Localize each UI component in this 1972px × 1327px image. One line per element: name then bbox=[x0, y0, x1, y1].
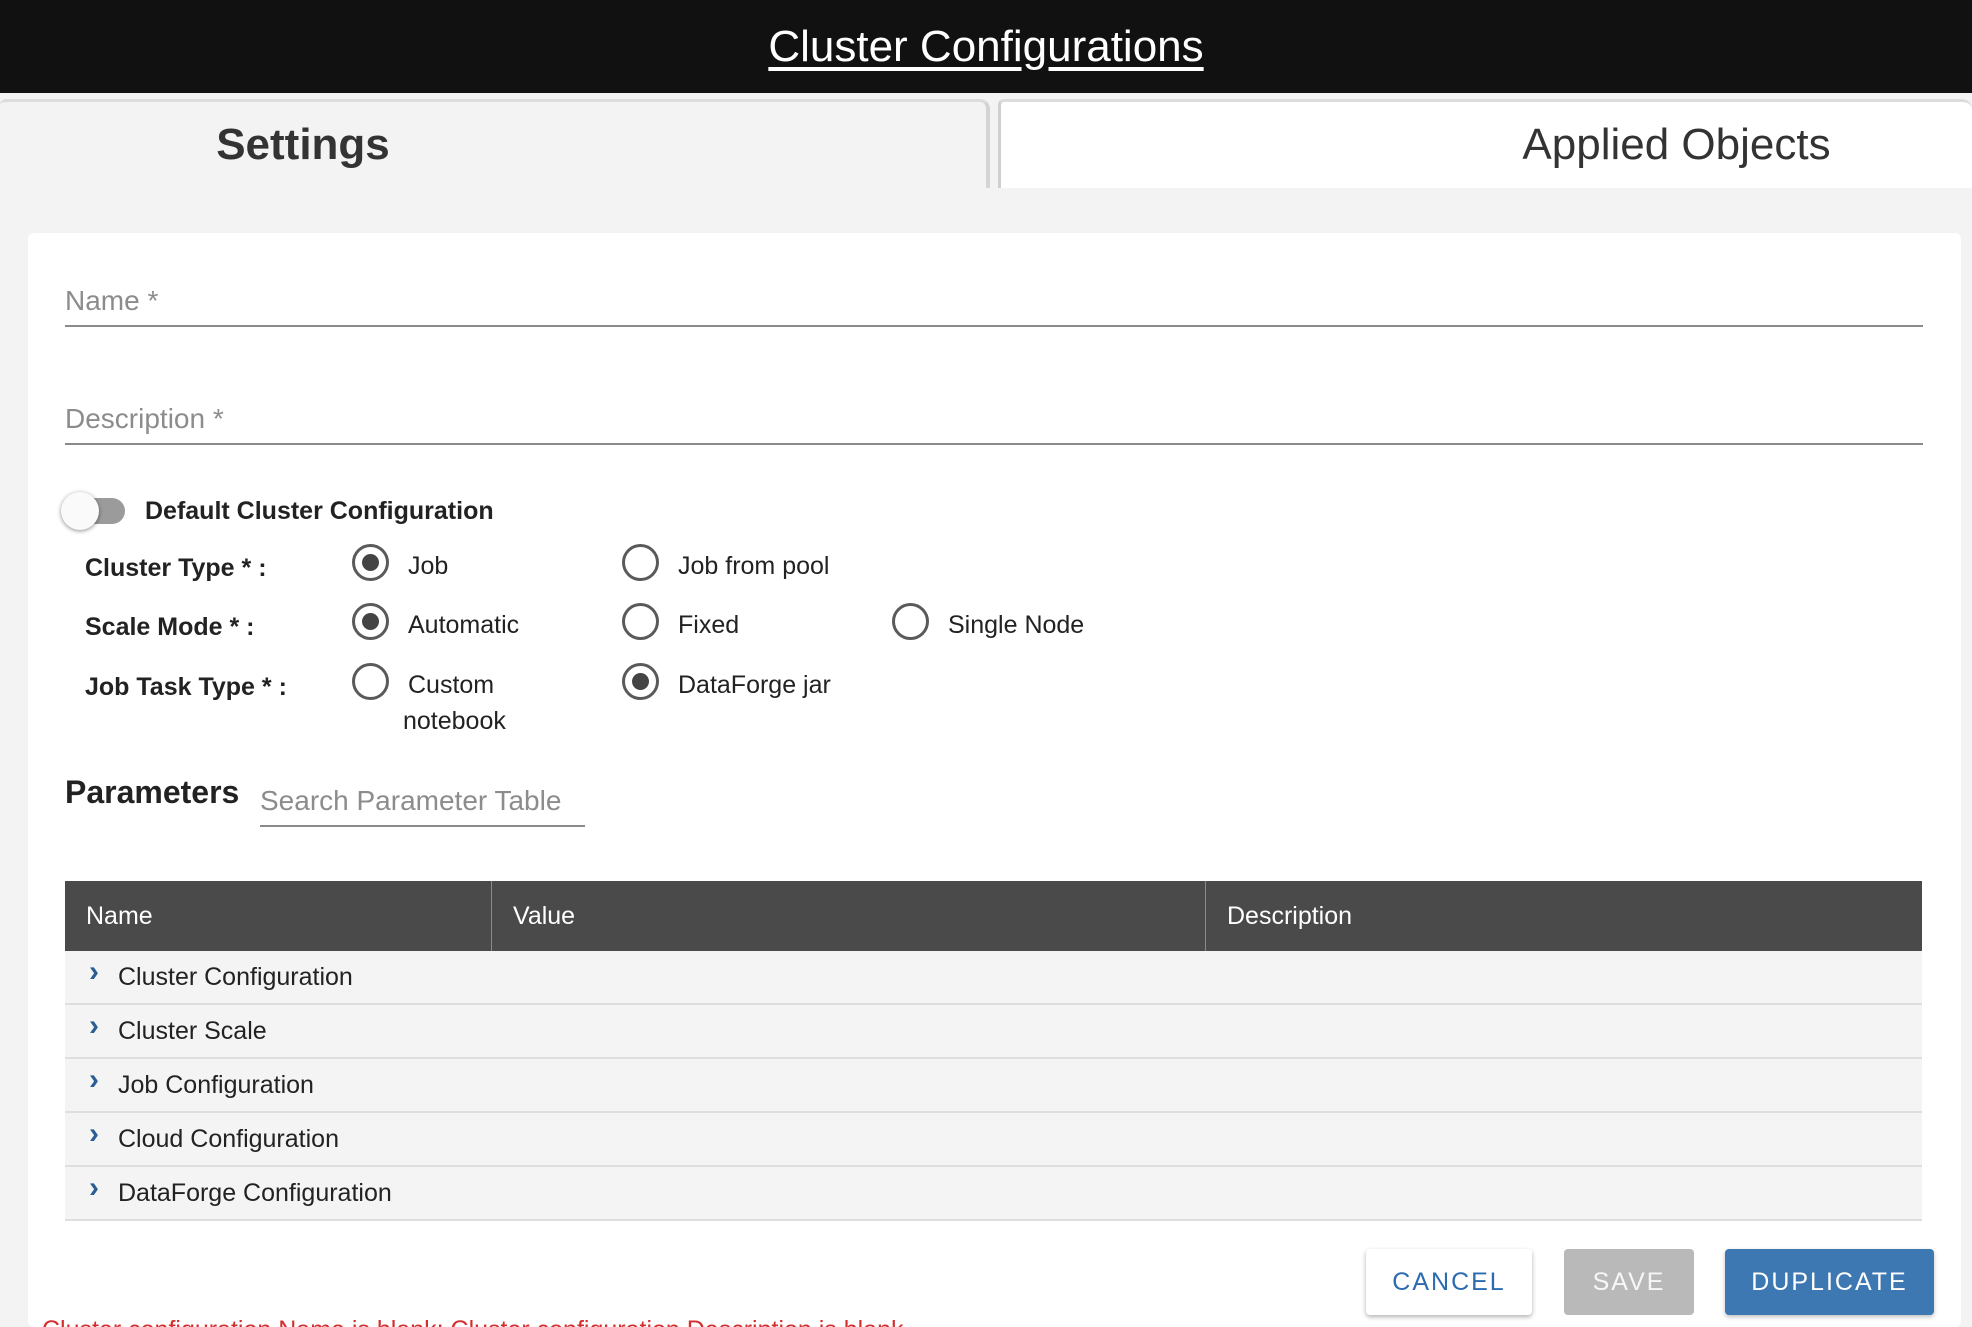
name-field[interactable] bbox=[65, 285, 1923, 317]
radio-unchecked-icon[interactable] bbox=[352, 663, 389, 700]
radio-label: Automatic bbox=[408, 611, 520, 639]
default-config-toggle-row: Default Cluster Configuration bbox=[61, 491, 494, 531]
page-title[interactable]: Cluster Configurations bbox=[768, 22, 1203, 72]
toggle-knob[interactable] bbox=[61, 492, 99, 530]
radio-unchecked-icon[interactable] bbox=[622, 544, 659, 581]
row-label: DataForge Configuration bbox=[118, 1178, 392, 1207]
radio-label: Job from pool bbox=[678, 552, 830, 580]
description-field[interactable] bbox=[65, 403, 1923, 435]
save-button[interactable]: SAVE bbox=[1564, 1249, 1694, 1315]
default-config-label: Default Cluster Configuration bbox=[145, 496, 494, 525]
table-header: Name Value Description bbox=[65, 881, 1922, 951]
table-row[interactable]: › Cluster Scale bbox=[65, 1005, 1922, 1059]
job-task-type-option-custom-notebook[interactable]: Custom notebook bbox=[352, 663, 523, 739]
cluster-type-label: Cluster Type * : bbox=[85, 554, 267, 582]
chevron-right-icon[interactable]: › bbox=[65, 1107, 115, 1161]
parameters-heading: Parameters bbox=[65, 774, 240, 810]
column-header-value: Value bbox=[492, 881, 1206, 951]
column-header-description: Description bbox=[1206, 881, 1922, 951]
cluster-type-row: Cluster Type * : Job Job from pool bbox=[28, 544, 1928, 594]
job-task-type-option-dataforge-jar[interactable]: DataForge jar bbox=[622, 663, 831, 703]
validation-error-message: Cluster configuration Name is blank; Clu… bbox=[42, 1316, 904, 1327]
tab-applied-objects[interactable]: Applied Objects bbox=[998, 99, 1972, 188]
radio-label: Single Node bbox=[948, 611, 1085, 639]
chevron-right-icon[interactable]: › bbox=[65, 1161, 115, 1215]
tab-applied-objects-label: Applied Objects bbox=[1522, 120, 1831, 169]
radio-label: DataForge jar bbox=[678, 671, 831, 699]
table-row[interactable]: › Cluster Configuration bbox=[65, 951, 1922, 1005]
row-label: Job Configuration bbox=[118, 1070, 314, 1099]
radio-label: Custom notebook bbox=[403, 671, 506, 735]
tab-settings-label: Settings bbox=[216, 120, 390, 169]
scale-mode-row: Scale Mode * : Automatic Fixed Single No… bbox=[28, 603, 1928, 653]
table-row[interactable]: › DataForge Configuration bbox=[65, 1167, 1922, 1221]
parameters-table: Name Value Description › Cluster Configu… bbox=[65, 881, 1922, 1221]
column-header-name: Name bbox=[65, 881, 492, 951]
scale-mode-option-single-node[interactable]: Single Node bbox=[892, 603, 1084, 643]
settings-card: Default Cluster Configuration Cluster Ty… bbox=[28, 233, 1961, 1327]
column-header-label: Value bbox=[513, 901, 576, 930]
name-field-container bbox=[65, 257, 1923, 327]
radio-label: Fixed bbox=[678, 611, 740, 639]
column-header-label: Description bbox=[1227, 901, 1353, 930]
job-task-type-row: Job Task Type * : Custom notebook DataFo… bbox=[28, 663, 1928, 743]
row-label: Cluster Configuration bbox=[118, 962, 353, 991]
description-field-container bbox=[65, 375, 1923, 445]
row-label: Cluster Scale bbox=[118, 1016, 267, 1045]
cancel-button[interactable]: CANCEL bbox=[1366, 1249, 1532, 1315]
table-row[interactable]: › Cloud Configuration bbox=[65, 1113, 1922, 1167]
duplicate-button[interactable]: DUPLICATE bbox=[1725, 1249, 1934, 1315]
chevron-right-icon[interactable]: › bbox=[65, 1053, 115, 1107]
default-config-toggle[interactable] bbox=[61, 492, 125, 530]
parameter-search-container bbox=[260, 773, 585, 827]
radio-unchecked-icon[interactable] bbox=[892, 603, 929, 640]
radio-checked-icon[interactable] bbox=[352, 544, 389, 581]
tab-settings[interactable]: Settings bbox=[0, 99, 990, 188]
row-label: Cloud Configuration bbox=[118, 1124, 339, 1153]
cluster-type-option-job-from-pool[interactable]: Job from pool bbox=[622, 544, 829, 584]
top-bar: Cluster Configurations bbox=[0, 0, 1972, 93]
table-row[interactable]: › Job Configuration bbox=[65, 1059, 1922, 1113]
scale-mode-option-automatic[interactable]: Automatic bbox=[352, 603, 519, 643]
radio-unchecked-icon[interactable] bbox=[622, 603, 659, 640]
scale-mode-option-fixed[interactable]: Fixed bbox=[622, 603, 739, 643]
parameter-search-input[interactable] bbox=[260, 785, 585, 817]
job-task-type-label: Job Task Type * : bbox=[85, 673, 287, 701]
radio-label: Job bbox=[408, 552, 449, 580]
chevron-right-icon[interactable]: › bbox=[65, 999, 115, 1053]
radio-checked-icon[interactable] bbox=[352, 603, 389, 640]
radio-checked-icon[interactable] bbox=[622, 663, 659, 700]
chevron-right-icon[interactable]: › bbox=[65, 945, 115, 999]
cluster-type-option-job[interactable]: Job bbox=[352, 544, 448, 584]
column-header-label: Name bbox=[86, 901, 153, 930]
scale-mode-label: Scale Mode * : bbox=[85, 613, 255, 641]
